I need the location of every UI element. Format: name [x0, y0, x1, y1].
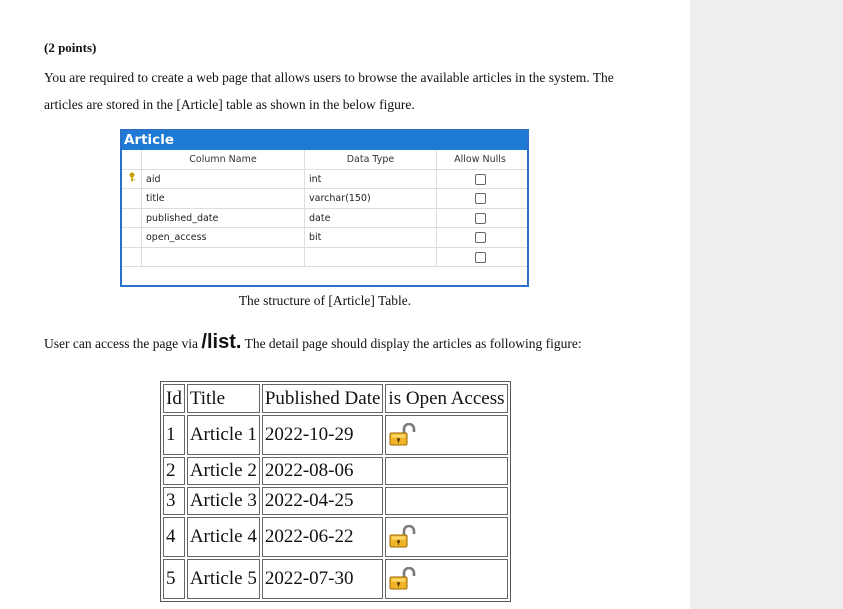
comment-sidebar: [690, 0, 843, 609]
schema-table-title: Article: [122, 131, 527, 150]
allow-nulls-checkbox[interactable]: [474, 232, 486, 243]
document-page: (2 points) You are required to create a …: [0, 0, 690, 609]
list-cell-id: 2: [163, 457, 185, 485]
schema-key-cell: [122, 208, 142, 227]
schema-allow-nulls-cell: [437, 228, 523, 247]
schema-header-data-type: Data Type: [305, 150, 437, 169]
schema-column-name: published_date: [142, 208, 305, 227]
schema-row: open_access bit: [122, 228, 527, 248]
list-cell-open-access: [385, 457, 508, 485]
allow-nulls-checkbox[interactable]: [474, 212, 486, 224]
list-row: 4 Article 4 2022-06-22: [163, 517, 508, 557]
schema-row: published_date date: [122, 208, 527, 228]
list-cell-open-access: [385, 415, 508, 455]
schema-key-header: [122, 150, 142, 169]
unlocked-padlock-icon: [389, 423, 416, 446]
schema-data-type: int: [305, 169, 437, 188]
schema-data-type: varchar(150): [305, 189, 437, 208]
schema-grid: Column Name Data Type Allow Nulls aid int…: [122, 150, 527, 267]
schema-column-name: aid: [142, 169, 305, 188]
list-cell-published-date: 2022-06-22: [261, 517, 384, 557]
list-cell-open-access: [385, 487, 508, 515]
schema-allow-nulls-cell: [437, 170, 523, 189]
allow-nulls-checkbox[interactable]: [474, 251, 486, 263]
schema-key-cell: [122, 228, 142, 247]
schema-key-cell: [122, 247, 142, 266]
access-suffix: The detail page should display the artic…: [241, 336, 582, 351]
schema-allow-nulls-cell: [437, 248, 523, 267]
schema-data-type: [305, 247, 437, 266]
article-schema-figure: Article Column Name Data Type Allow Null…: [120, 129, 529, 287]
list-cell-open-access: [385, 517, 508, 557]
schema-column-name: title: [142, 189, 305, 208]
list-cell-published-date: 2022-07-30: [261, 559, 384, 599]
list-row: 5 Article 5 2022-07-30: [163, 559, 508, 599]
allow-nulls-checkbox[interactable]: [474, 193, 486, 204]
schema-allow-nulls-cell: [437, 209, 523, 228]
articles-list-table: Id Title Published Date is Open Access 1…: [160, 381, 511, 602]
schema-key-cell: [122, 189, 142, 208]
list-cell-published-date: 2022-08-06: [261, 457, 384, 485]
list-row: 3 Article 3 2022-04-25: [163, 487, 508, 515]
figure-caption: The structure of [Article] Table.: [238, 293, 412, 308]
allow-nulls-checkbox[interactable]: [474, 173, 486, 185]
primary-key-icon: [128, 172, 136, 185]
list-cell-id: 1: [163, 415, 185, 455]
access-prefix: User can access the page via: [44, 336, 202, 351]
schema-column-name: open_access: [142, 228, 305, 247]
list-row: 1 Article 1 2022-10-29: [163, 415, 508, 455]
list-cell-title: Article 5: [186, 559, 260, 599]
list-cell-published-date: 2022-04-25: [261, 487, 384, 515]
list-cell-published-date: 2022-10-29: [261, 415, 384, 455]
list-cell-title: Article 2: [186, 457, 260, 485]
list-cell-title: Article 1: [186, 415, 260, 455]
schema-row: title varchar(150): [122, 189, 527, 209]
schema-key-cell: [122, 169, 142, 188]
list-cell-title: Article 4: [186, 517, 260, 557]
schema-data-type: bit: [305, 228, 437, 247]
points-label: (2 points): [44, 40, 97, 55]
schema-data-type: date: [305, 208, 437, 227]
list-cell-id: 5: [163, 559, 185, 599]
intro-line-2: articles are stored in the [Article] tab…: [44, 97, 415, 112]
list-header-row: Id Title Published Date is Open Access: [163, 384, 508, 413]
list-header-open-access: is Open Access: [385, 384, 508, 413]
unlocked-padlock-icon: [389, 525, 416, 548]
access-instructions: User can access the page via /list. The …: [44, 331, 582, 354]
list-header-id: Id: [163, 384, 185, 413]
schema-allow-nulls-cell: [437, 189, 523, 208]
intro-line-1: You are required to create a web page th…: [44, 70, 614, 85]
schema-row: [122, 247, 527, 267]
schema-header-column-name: Column Name: [142, 150, 305, 169]
list-cell-open-access: [385, 559, 508, 599]
unlocked-padlock-icon: [389, 567, 416, 590]
intro-text: You are required to create a web page th…: [44, 64, 644, 118]
schema-row: aid int: [122, 169, 527, 189]
list-header-title: Title: [186, 384, 260, 413]
list-header-published-date: Published Date: [261, 384, 384, 413]
schema-column-name: [142, 247, 305, 266]
list-cell-title: Article 3: [186, 487, 260, 515]
list-row: 2 Article 2 2022-08-06: [163, 457, 508, 485]
route-path: /list.: [201, 331, 242, 353]
list-cell-id: 3: [163, 487, 185, 515]
schema-header-row: Column Name Data Type Allow Nulls: [122, 150, 527, 170]
schema-header-allow-nulls: Allow Nulls: [454, 154, 506, 165]
list-cell-id: 4: [163, 517, 185, 557]
